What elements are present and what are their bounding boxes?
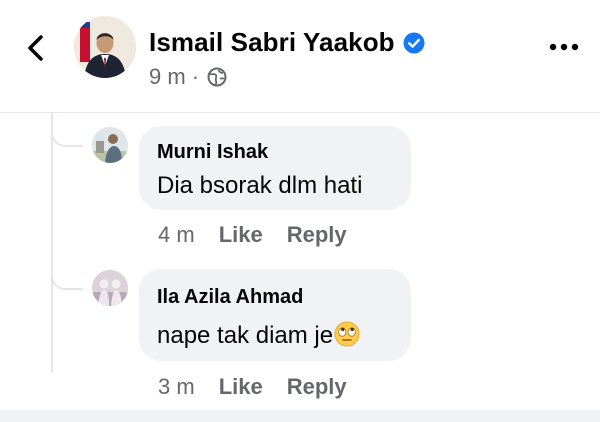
comment-bubble: Ila Azila Ahmad nape tak diam je: [139, 269, 411, 361]
comment-author[interactable]: Ila Azila Ahmad: [157, 286, 303, 309]
comment-actions: 4 m Like Reply: [158, 222, 347, 248]
comment-text: nape tak diam je: [157, 322, 334, 349]
rolling-eyes-emoji-icon: [334, 321, 360, 347]
commenter-avatar[interactable]: [92, 127, 128, 163]
comment-text: Dia bsorak dlm hati: [157, 172, 363, 199]
more-options-icon[interactable]: [549, 43, 579, 51]
comment-time: 3 m: [158, 374, 195, 399]
reply-connector: [51, 127, 83, 147]
post-time: 9 m: [149, 64, 186, 89]
globe-icon: [207, 67, 227, 87]
page-name[interactable]: Ismail Sabri Yaakob: [149, 27, 395, 58]
comment-time: 4 m: [158, 222, 195, 247]
post-header: Ismail Sabri Yaakob 9 m ·: [0, 0, 600, 112]
comment-text-row: nape tak diam je: [157, 321, 360, 350]
reply-thread-line: [51, 113, 53, 373]
like-button[interactable]: Like: [219, 374, 263, 400]
header-divider: [0, 112, 600, 113]
comment-author[interactable]: Murni Ishak: [157, 141, 268, 164]
commenter-avatar[interactable]: [92, 270, 128, 306]
reply-connector: [51, 270, 83, 290]
like-button[interactable]: Like: [219, 222, 263, 248]
page-avatar[interactable]: [74, 16, 136, 78]
back-chevron-icon[interactable]: [24, 34, 48, 62]
verified-badge-icon: [403, 32, 425, 54]
reply-button[interactable]: Reply: [287, 374, 347, 400]
reply-button[interactable]: Reply: [287, 222, 347, 248]
meta-separator: ·: [191, 64, 200, 89]
comment-bubble: Murni Ishak Dia bsorak dlm hati: [139, 126, 411, 210]
comment-actions: 3 m Like Reply: [158, 374, 347, 400]
composer-strip: [0, 410, 600, 422]
post-meta: 9 m ·: [149, 64, 227, 90]
